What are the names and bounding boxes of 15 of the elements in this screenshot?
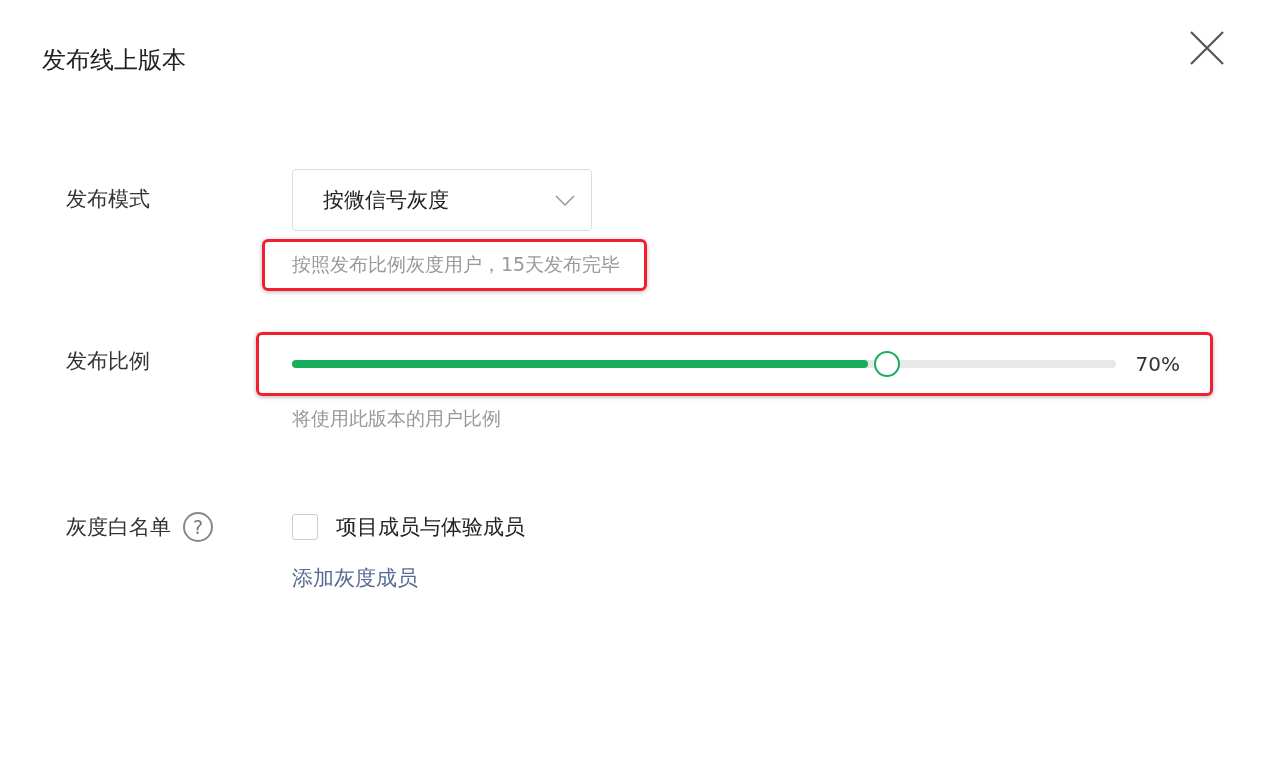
chevron-down-icon	[555, 194, 575, 206]
hint-text: 按照发布比例灰度用户，15天发布完毕	[292, 252, 621, 277]
checkbox[interactable]	[292, 514, 318, 540]
field-label: 发布比例	[66, 348, 151, 375]
dialog-title: 发布线上版本	[42, 45, 186, 76]
checkbox-label: 项目成员与体验成员	[336, 514, 525, 541]
add-member-link[interactable]: 添加灰度成员	[292, 564, 418, 592]
slider-thumb[interactable]	[873, 351, 900, 377]
hint-text: 将使用此版本的用户比例	[292, 406, 502, 431]
field-label: 发布模式	[66, 186, 151, 213]
mode-dropdown[interactable]: 按微信号灰度	[292, 169, 592, 231]
close-icon[interactable]	[1190, 31, 1224, 65]
percent-reading: 70%	[1135, 352, 1180, 376]
field-label: 灰度白名单	[66, 514, 171, 541]
help-icon[interactable]: ?	[183, 512, 213, 542]
